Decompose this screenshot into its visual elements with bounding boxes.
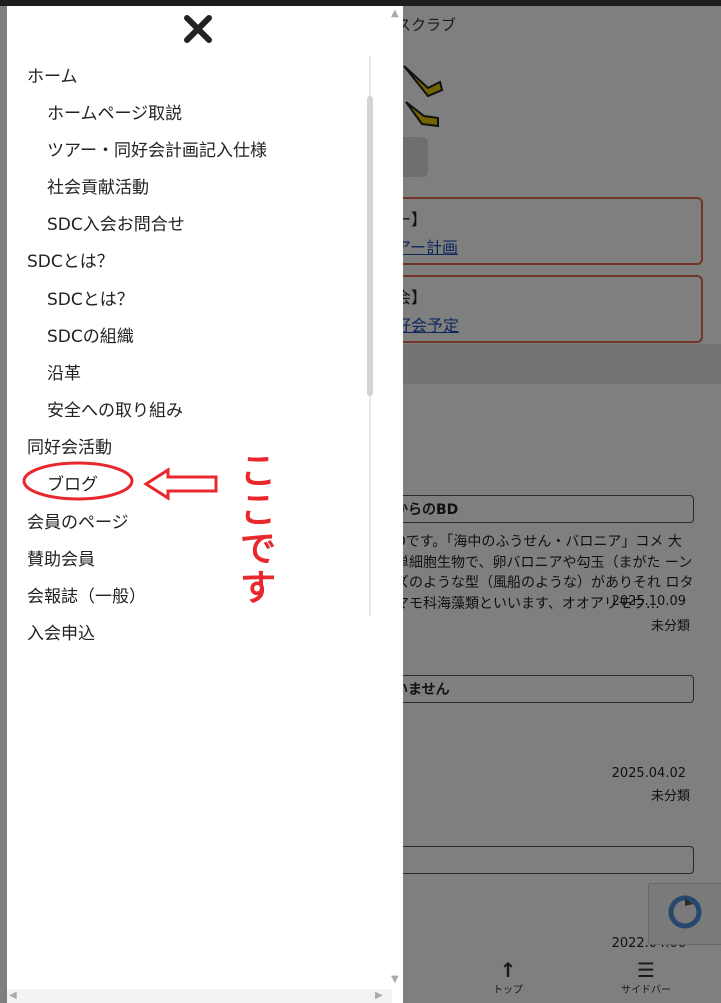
left-arrow-icon [143, 467, 218, 501]
highlight-ellipse [22, 461, 134, 501]
annotation-layer [22, 461, 218, 501]
annotation-text: ここです [240, 451, 277, 609]
